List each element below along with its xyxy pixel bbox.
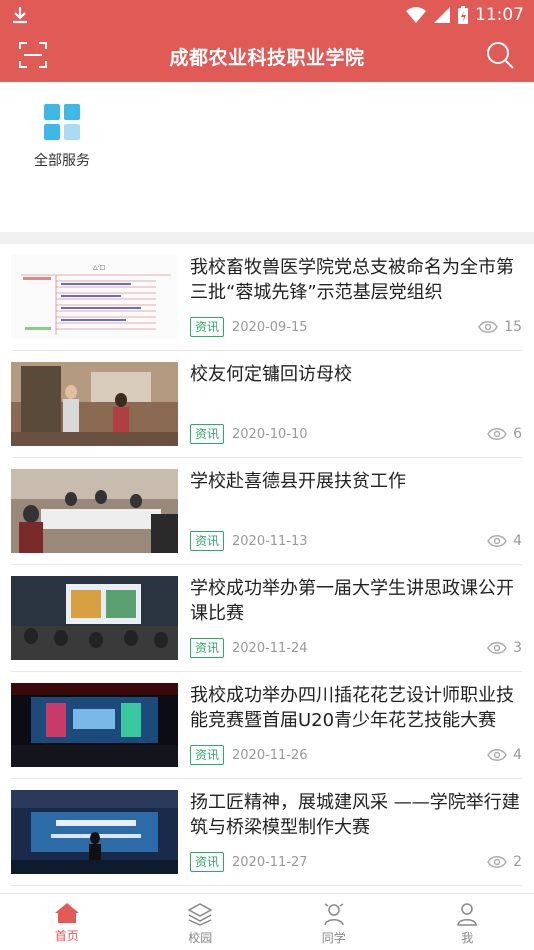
news-item[interactable]: 校友何定镛回访母校 资讯 2020-10-10 6 — [11, 351, 522, 458]
news-thumbnail — [11, 790, 178, 874]
news-tag: 资讯 — [190, 531, 225, 551]
app-title: 成都农业科技职业学院 — [169, 46, 365, 69]
bottom-tab-bar: 首页 校园 同学 我 — [0, 893, 534, 950]
section-divider — [0, 232, 534, 244]
news-view-count: 15 — [504, 319, 522, 335]
news-tag: 资讯 — [190, 638, 225, 658]
news-thumbnail: △·□ — [11, 255, 178, 339]
status-bar: 11:07 — [0, 0, 534, 30]
news-item[interactable]: 扬工匠精神，展城建风采 ——学院举行建筑与桥梁模型制作大赛 资讯 2020-11… — [11, 779, 522, 886]
news-thumbnail — [11, 362, 178, 446]
tab-home[interactable]: 首页 — [0, 894, 134, 950]
battery-icon — [458, 6, 468, 24]
wifi-icon — [406, 7, 426, 23]
eye-icon — [487, 428, 507, 440]
eye-icon — [487, 749, 507, 761]
news-views: 2 — [487, 854, 522, 870]
news-date: 2020-11-13 — [232, 533, 308, 549]
news-tag: 资讯 — [190, 317, 225, 337]
news-title: 学校成功举办第一届大学生讲思政课公开课比赛 — [190, 578, 514, 624]
news-title: 学校赴喜德县开展扶贫工作 — [190, 471, 406, 492]
news-tag: 资讯 — [190, 424, 225, 444]
download-icon — [13, 7, 27, 24]
services-panel: 全部服务 — [0, 82, 534, 232]
news-views: 3 — [487, 640, 522, 656]
news-view-count: 4 — [513, 747, 522, 763]
news-list: △·□ 我校畜牧兽医学院党总支被命名为全市第三批“蓉城先锋”示范基层党组织 资讯… — [0, 244, 534, 886]
news-date: 2020-09-15 — [232, 319, 308, 335]
news-item[interactable]: 我校成功举办四川插花花艺设计师职业技能竞赛暨首届U20青少年花艺技能大赛 资讯 … — [11, 672, 522, 779]
news-tag: 资讯 — [190, 745, 225, 765]
news-date: 2020-11-26 — [232, 747, 308, 763]
news-tag: 资讯 — [190, 852, 225, 872]
news-title: 我校成功举办四川插花花艺设计师职业技能竞赛暨首届U20青少年花艺技能大赛 — [190, 685, 514, 731]
news-views: 4 — [487, 747, 522, 763]
eye-icon — [487, 535, 507, 547]
news-title: 扬工匠精神，展城建风采 ——学院举行建筑与桥梁模型制作大赛 — [190, 792, 520, 838]
tab-label: 校园 — [188, 931, 213, 945]
news-item[interactable]: △·□ 我校畜牧兽医学院党总支被命名为全市第三批“蓉城先锋”示范基层党组织 资讯… — [11, 244, 522, 351]
news-date: 2020-11-27 — [232, 854, 308, 870]
eye-icon — [487, 642, 507, 654]
app-bar: 成都农业科技职业学院 — [0, 30, 534, 82]
eye-icon — [478, 321, 498, 333]
news-title: 校友何定镛回访母校 — [190, 364, 352, 385]
grid-icon — [44, 104, 80, 140]
home-icon — [54, 903, 79, 923]
news-view-count: 2 — [513, 854, 522, 870]
news-thumbnail — [11, 469, 178, 553]
news-views: 4 — [487, 533, 522, 549]
news-thumbnail — [11, 576, 178, 660]
layers-icon — [187, 903, 213, 926]
news-item[interactable]: 学校赴喜德县开展扶贫工作 资讯 2020-11-13 4 — [11, 458, 522, 565]
classmates-icon — [324, 903, 344, 926]
news-view-count: 6 — [513, 426, 522, 442]
tab-classmates[interactable]: 同学 — [267, 894, 401, 950]
signal-icon — [434, 7, 450, 23]
tab-label: 首页 — [54, 929, 79, 943]
search-icon[interactable] — [484, 39, 516, 71]
news-views: 15 — [478, 319, 522, 335]
news-view-count: 4 — [513, 533, 522, 549]
eye-icon — [487, 856, 507, 868]
user-icon — [457, 903, 478, 926]
news-views: 6 — [487, 426, 522, 442]
scan-icon[interactable] — [18, 40, 48, 70]
status-time: 11:07 — [475, 5, 524, 25]
tab-label: 同学 — [321, 931, 346, 945]
news-view-count: 3 — [513, 640, 522, 656]
all-services-label: 全部服务 — [34, 153, 90, 169]
all-services-button[interactable]: 全部服务 — [30, 104, 94, 170]
news-title: 我校畜牧兽医学院党总支被命名为全市第三批“蓉城先锋”示范基层党组织 — [190, 257, 514, 303]
news-item[interactable]: 学校成功举办第一届大学生讲思政课公开课比赛 资讯 2020-11-24 3 — [11, 565, 522, 672]
news-thumbnail — [11, 683, 178, 767]
tab-campus[interactable]: 校园 — [134, 894, 268, 950]
news-date: 2020-11-24 — [232, 640, 308, 656]
tab-label: 我 — [461, 931, 474, 945]
svg-text:△·□: △·□ — [93, 264, 105, 271]
news-date: 2020-10-10 — [232, 426, 308, 442]
tab-me[interactable]: 我 — [401, 894, 534, 950]
